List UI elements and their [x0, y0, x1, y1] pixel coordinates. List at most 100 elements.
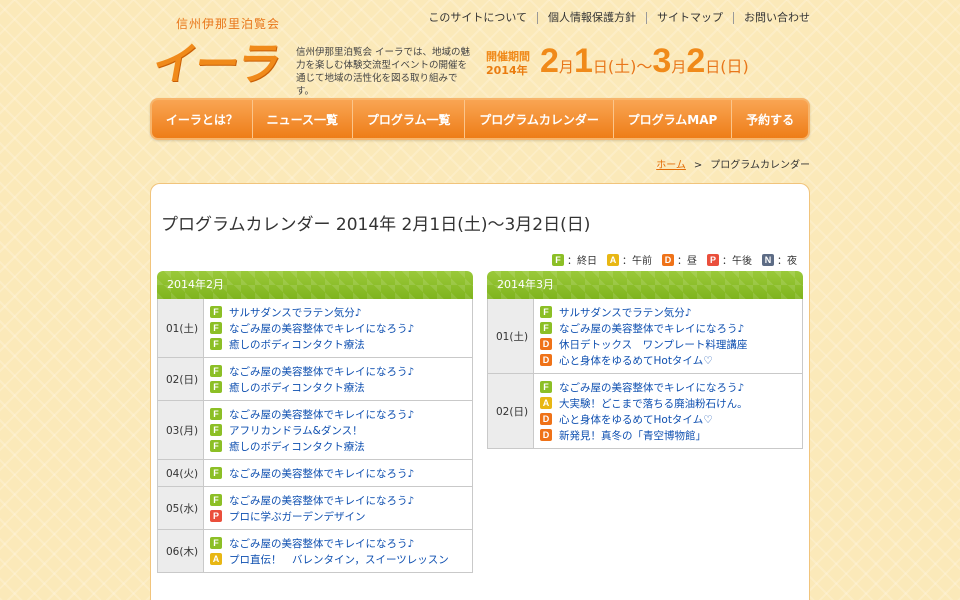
event-item: F アフリカンドラム&ダンス！	[210, 422, 466, 438]
breadcrumb-home[interactable]: ホーム	[656, 160, 686, 171]
legend-label: ：昼	[677, 256, 697, 267]
event-item: F なごみ屋の美容整体でキレイになろう♪	[210, 535, 466, 551]
event-link[interactable]: なごみ屋の美容整体でキレイになろう♪	[229, 364, 414, 379]
event-item: F なごみ屋の美容整体でキレイになろう♪	[210, 320, 466, 336]
event-link[interactable]: なごみ屋の美容整体でキレイになろう♪	[559, 321, 744, 336]
period-start-month: 2	[540, 42, 559, 80]
event-link[interactable]: 心と身体をゆるめてHotタイム♡	[559, 353, 713, 368]
period-year-suffix: 年	[516, 64, 528, 77]
top-link-sitemap[interactable]: サイトマップ	[646, 12, 733, 24]
event-list: F サルサダンスでラテン気分♪ F なごみ屋の美容整体でキレイになろう♪ F 癒しのボ…	[204, 299, 472, 357]
breadcrumb: ホーム > プログラムカレンダー	[656, 156, 810, 171]
calendar-march: 2014年3月 01(土) F サルサダンスでラテン気分♪ F なごみ屋の美容整体で…	[487, 271, 803, 449]
calendar-row: 05(水) F なごみ屋の美容整体でキレイになろう♪ P プロに学ぶガーデンデザイン	[158, 487, 472, 530]
event-link[interactable]: なごみ屋の美容整体でキレイになろう♪	[229, 466, 414, 481]
event-item: D 休日デトックス ワンプレート料理講座	[540, 336, 796, 352]
period-tilde: ～	[636, 57, 653, 76]
calendar-date: 02(日)	[158, 358, 204, 400]
event-item: A プロ直伝！ バレンタイン，スイーツレッスン	[210, 551, 466, 567]
event-list: F なごみ屋の美容整体でキレイになろう♪ P プロに学ぶガーデンデザイン	[204, 487, 472, 529]
badge-icon: N	[762, 253, 774, 266]
period-end-weekday: (日)	[720, 57, 749, 76]
legend-item: F ：終日	[552, 252, 597, 267]
period-label-text: 開催期間	[486, 50, 530, 63]
badge-icon: F	[210, 338, 222, 350]
event-item: F 癒しのボディコンタクト療法	[210, 438, 466, 454]
event-link[interactable]: 休日デトックス ワンプレート料理講座	[559, 337, 747, 352]
event-item: F 癒しのボディコンタクト療法	[210, 379, 466, 395]
calendar-date: 01(土)	[158, 299, 204, 357]
legend-label: ：午前	[622, 256, 652, 267]
period-end-day: 2	[686, 42, 706, 80]
badge-icon: D	[540, 429, 552, 441]
badge-icon: P	[707, 253, 719, 266]
nav-item-calendar[interactable]: プログラムカレンダー	[464, 100, 612, 138]
nav-item-about[interactable]: イーラとは？	[152, 100, 252, 138]
event-item: D 新発見！真冬の「青空博物館」	[540, 427, 796, 443]
calendar-month-title: 2014年2月	[157, 271, 473, 299]
event-link[interactable]: なごみ屋の美容整体でキレイになろう♪	[229, 407, 414, 422]
breadcrumb-current: プログラムカレンダー	[710, 160, 810, 171]
nav-item-map[interactable]: プログラムMAP	[612, 100, 731, 138]
event-link[interactable]: 癒しのボディコンタクト療法	[229, 380, 365, 395]
event-link[interactable]: サルサダンスでラテン気分♪	[559, 305, 692, 320]
calendar-date: 04(火)	[158, 460, 204, 486]
event-list: F なごみ屋の美容整体でキレイになろう♪ F 癒しのボディコンタクト療法	[204, 358, 472, 400]
site-intro: 信州伊那里泊覧会 イーラでは、地域の魅力を楽しむ体験交流型イベントの開催を通じて…	[296, 47, 471, 97]
nav-item-reserve[interactable]: 予約する	[731, 100, 808, 138]
badge-icon: F	[210, 440, 222, 452]
event-link[interactable]: 新発見！真冬の「青空博物館」	[559, 428, 706, 443]
event-link[interactable]: アフリカンドラム&ダンス！	[229, 423, 363, 438]
event-link[interactable]: プロ直伝！ バレンタイン，スイーツレッスン	[229, 552, 449, 567]
period-end-day-unit: 日	[705, 58, 721, 76]
legend-label: ：終日	[567, 256, 597, 267]
event-item: F サルサダンスでラテン気分♪	[210, 304, 466, 320]
event-link[interactable]: 大実験！どこまで落ちる廃油粉石けん。	[559, 396, 748, 411]
event-link[interactable]: なごみ屋の美容整体でキレイになろう♪	[229, 493, 414, 508]
calendar-row: 04(火) F なごみ屋の美容整体でキレイになろう♪	[158, 460, 472, 487]
badge-icon: F	[210, 494, 222, 506]
top-links: このサイトについて 個人情報保護方針 サイトマップ お問い合わせ	[418, 12, 810, 24]
event-link[interactable]: サルサダンスでラテン気分♪	[229, 305, 362, 320]
event-link[interactable]: 心と身体をゆるめてHotタイム♡	[559, 412, 713, 427]
legend-item: N ：夜	[762, 252, 797, 267]
page-title: プログラムカレンダー 2014年 2月1日(土)～3月2日(日)	[161, 215, 591, 235]
event-list: F サルサダンスでラテン気分♪ F なごみ屋の美容整体でキレイになろう♪ D 休日デト…	[534, 299, 802, 373]
period-label: 開催期間 2014年	[486, 50, 536, 78]
event-link[interactable]: 癒しのボディコンタクト療法	[229, 337, 365, 352]
badge-icon: D	[662, 253, 674, 266]
legend-label: ：夜	[777, 256, 797, 267]
badge-icon: F	[210, 424, 222, 436]
calendar-date: 05(水)	[158, 487, 204, 529]
badge-icon: F	[210, 306, 222, 318]
main-nav: イーラとは？ ニュース一覧 プログラム一覧 プログラムカレンダー プログラムMA…	[150, 98, 810, 140]
calendar-date: 02(日)	[488, 374, 534, 448]
nav-item-programs[interactable]: プログラム一覧	[351, 100, 464, 138]
badge-icon: P	[210, 510, 222, 522]
event-item: A 大実験！どこまで落ちる廃油粉石けん。	[540, 395, 796, 411]
top-link-about[interactable]: このサイトについて	[418, 12, 537, 24]
top-link-privacy[interactable]: 個人情報保護方針	[537, 12, 646, 24]
calendar-row: 06(木) F なごみ屋の美容整体でキレイになろう♪ A プロ直伝！ バレンタイン，…	[158, 530, 472, 573]
legend-item: D ：昼	[662, 252, 697, 267]
calendar-date: 03(月)	[158, 401, 204, 459]
calendar-row: 02(日) F なごみ屋の美容整体でキレイになろう♪ F 癒しのボディコンタクト療法	[158, 358, 472, 401]
badge-icon: F	[540, 381, 552, 393]
event-link[interactable]: 癒しのボディコンタクト療法	[229, 439, 365, 454]
site-logo[interactable]: イーラ	[148, 28, 285, 92]
nav-item-news[interactable]: ニュース一覧	[251, 100, 352, 138]
event-link[interactable]: なごみ屋の美容整体でキレイになろう♪	[229, 321, 414, 336]
event-link[interactable]: プロに学ぶガーデンデザイン	[229, 509, 366, 524]
event-link[interactable]: なごみ屋の美容整体でキレイになろう♪	[229, 536, 414, 551]
period-start-day-unit: 日	[592, 58, 608, 76]
badge-icon: D	[540, 354, 552, 366]
badge-icon: F	[210, 467, 222, 479]
calendar-table: 01(土) F サルサダンスでラテン気分♪ F なごみ屋の美容整体でキレイになろう♪…	[157, 299, 473, 573]
top-link-contact[interactable]: お問い合わせ	[733, 12, 810, 24]
event-list: F なごみ屋の美容整体でキレイになろう♪ F アフリカンドラム&ダンス！ F 癒しのボ…	[204, 401, 472, 459]
badge-icon: A	[607, 253, 619, 266]
event-item: F なごみ屋の美容整体でキレイになろう♪	[210, 492, 466, 508]
badge-icon: F	[210, 381, 222, 393]
period-year-number: 2014	[486, 64, 517, 77]
event-link[interactable]: なごみ屋の美容整体でキレイになろう♪	[559, 380, 744, 395]
